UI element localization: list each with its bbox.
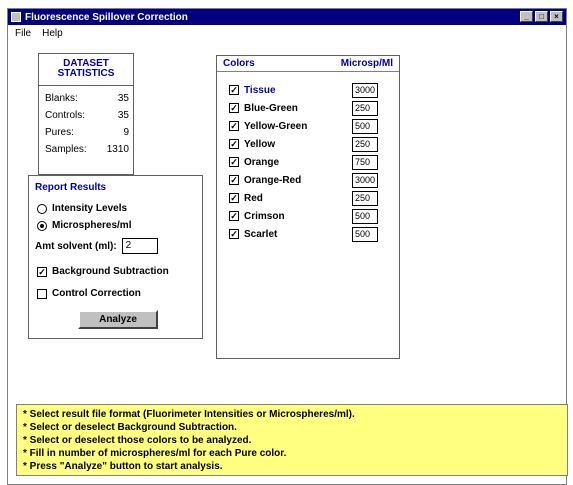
microspheres-radio[interactable] <box>37 220 47 231</box>
blue-green-input[interactable]: 250 <box>352 100 378 116</box>
scarlet-input[interactable]: 500 <box>352 226 378 242</box>
instruction-line: * Select or deselect Background Subtract… <box>23 422 237 433</box>
orange-red-input[interactable]: 3000 <box>352 172 378 188</box>
menu-file[interactable]: File <box>15 28 31 39</box>
report-results-title: Report Results <box>35 182 107 193</box>
solvent-input[interactable]: 2 <box>121 238 158 254</box>
crimson-checkbox[interactable]: ✓ <box>229 211 239 221</box>
color-row-blue-green: ✓ Blue-Green 250 <box>229 99 394 117</box>
scarlet-checkbox[interactable]: ✓ <box>229 229 239 239</box>
close-button[interactable]: × <box>550 11 563 22</box>
orange-checkbox[interactable]: ✓ <box>229 157 239 167</box>
intensity-radio[interactable] <box>37 203 47 214</box>
instructions-box: * Select result file format (Fluorimeter… <box>16 404 568 476</box>
stats-row-pures: Pures: 9 <box>45 127 129 138</box>
background-subtraction-checkbox[interactable]: ✓ <box>37 266 47 277</box>
microspheres-option[interactable]: Microspheres/ml <box>37 220 131 231</box>
stats-row-samples: Samples: 1310 <box>45 144 129 155</box>
color-row-crimson: ✓ Crimson 500 <box>229 207 394 225</box>
color-row-yellow: ✓ Yellow 250 <box>229 135 394 153</box>
title-bar[interactable]: Fluorescence Spillover Correction _ □ × <box>8 9 566 25</box>
stats-row-controls: Controls: 35 <box>45 110 129 121</box>
solvent-row: Amt solvent (ml): 2 <box>35 238 158 254</box>
instruction-line: * Select result file format (Fluorimeter… <box>23 409 355 420</box>
minimize-button[interactable]: _ <box>520 11 533 22</box>
stats-title: DATASET STATISTICS <box>39 54 133 86</box>
report-results-group: Report Results Intensity Levels Microsph… <box>28 175 203 339</box>
red-input[interactable]: 250 <box>352 190 378 206</box>
red-checkbox[interactable]: ✓ <box>229 193 239 203</box>
window-title: Fluorescence Spillover Correction <box>25 11 188 23</box>
instruction-line: * Fill in number of microspheres/ml for … <box>23 448 287 459</box>
intensity-levels-option[interactable]: Intensity Levels <box>37 203 127 214</box>
stats-row-blanks: Blanks: 35 <box>45 93 129 104</box>
menu-help[interactable]: Help <box>42 28 63 39</box>
tissue-checkbox[interactable]: ✓ <box>229 85 239 95</box>
maximize-button[interactable]: □ <box>535 11 548 22</box>
yellow-input[interactable]: 250 <box>352 136 378 152</box>
color-row-yellow-green: ✓ Yellow-Green 500 <box>229 117 394 135</box>
blue-green-checkbox[interactable]: ✓ <box>229 103 239 113</box>
control-correction-checkbox[interactable] <box>37 288 47 299</box>
instruction-line: * Select or deselect those colors to be … <box>23 435 252 446</box>
control-correction-option[interactable]: Control Correction <box>37 288 141 299</box>
colors-panel: Colors Microsp/Ml ✓ Tissue 3000 ✓ Blue-G… <box>216 55 400 359</box>
color-row-orange-red: ✓ Orange-Red 3000 <box>229 171 394 189</box>
orange-input[interactable]: 750 <box>352 154 378 170</box>
color-row-scarlet: ✓ Scarlet 500 <box>229 225 394 243</box>
yellow-green-checkbox[interactable]: ✓ <box>229 121 239 131</box>
tissue-input[interactable]: 3000 <box>352 82 378 98</box>
instruction-line: * Press "Analyze" button to start analys… <box>23 461 223 472</box>
dataset-statistics-panel: DATASET STATISTICS Blanks: 35 Controls: 35… <box>38 53 134 175</box>
crimson-input[interactable]: 500 <box>352 208 378 224</box>
app-icon <box>11 12 21 22</box>
color-row-orange: ✓ Orange 750 <box>229 153 394 171</box>
background-subtraction-option[interactable]: ✓ Background Subtraction <box>37 266 169 277</box>
menu-bar: File Help <box>8 26 566 41</box>
yellow-checkbox[interactable]: ✓ <box>229 139 239 149</box>
colors-header: Colors Microsp/Ml <box>217 56 399 72</box>
color-row-red: ✓ Red 250 <box>229 189 394 207</box>
analyze-button[interactable]: Analyze <box>78 310 158 329</box>
yellow-green-input[interactable]: 500 <box>352 118 378 134</box>
orange-red-checkbox[interactable]: ✓ <box>229 175 239 185</box>
color-row-tissue: ✓ Tissue 3000 <box>229 81 394 99</box>
